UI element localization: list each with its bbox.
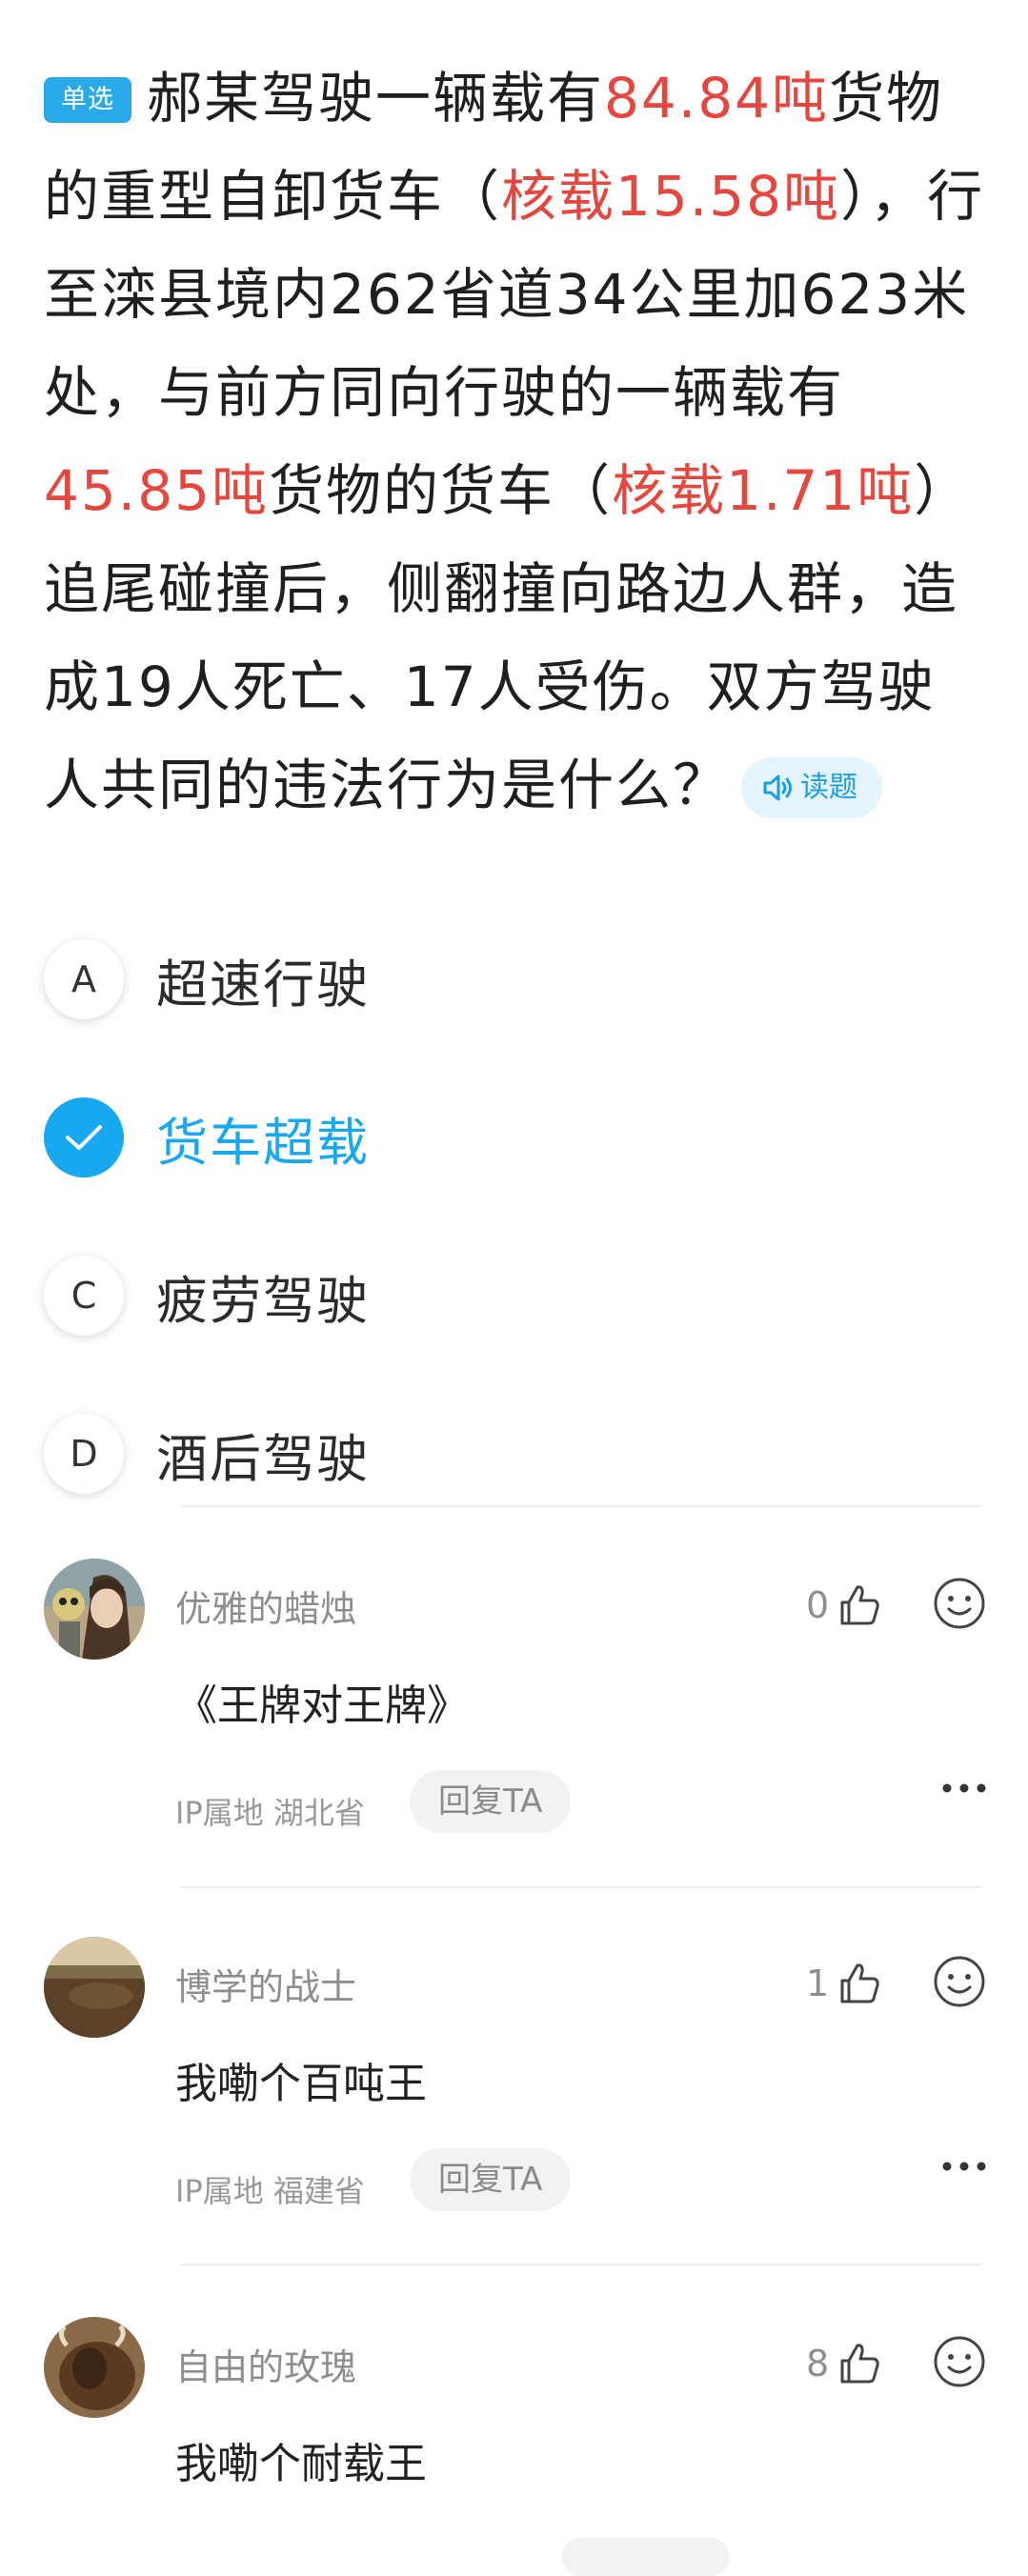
smiley-icon <box>934 1578 985 1629</box>
question-part: 货物的货车（ <box>269 458 613 523</box>
comment-item: 自由的玫瑰 8 我嘞个耐载王 <box>44 2317 987 2555</box>
comment-text: 我嘞个百吨王 <box>175 2060 427 2108</box>
commenter-name[interactable]: 博学的战士 <box>175 1958 356 2010</box>
read-question-button[interactable]: 读题 <box>741 757 883 818</box>
react-button[interactable] <box>932 1954 987 2013</box>
ip-location: IP属地 湖北省 <box>175 1795 365 1831</box>
thumbs-up-icon <box>840 1585 879 1625</box>
reply-button[interactable]: 回复TA <box>410 2148 572 2211</box>
more-dots-icon <box>942 1783 986 1793</box>
option-selected-marker <box>44 1097 124 1177</box>
option-letter: A <box>44 939 124 1019</box>
option-text: 酒后驾驶 <box>156 1428 370 1489</box>
like-count: 1 <box>806 1962 830 2004</box>
option-letter: C <box>44 1256 124 1336</box>
like-button[interactable]: 0 <box>806 1572 882 1639</box>
like-button[interactable]: 1 <box>806 1950 882 2017</box>
divider <box>181 2264 981 2265</box>
answer-options: A 超速行驶 货车超载 C 疲劳驾驶 D 酒后驾驶 <box>44 900 987 1533</box>
divider <box>181 1505 981 1507</box>
question-highlight: 84.84吨 <box>604 66 830 131</box>
more-dots-icon <box>942 2162 986 2171</box>
comment-item: 优雅的蜡烛 0 《王牌对王牌》 IP属地 湖北省 回复TA <box>44 1559 987 1873</box>
question-highlight: 45.85吨 <box>44 458 270 523</box>
single-choice-tag: 单选 <box>44 77 131 123</box>
question-highlight: 核载15.58吨 <box>501 164 841 229</box>
comment-item: 博学的战士 1 我嘞个百吨王 IP属地 福建省 回复TA <box>44 1937 987 2251</box>
question-text: 单选 郝某驾驶一辆载有84.84吨货物的重型自卸货车（核载15.58吨），行至滦县… <box>44 50 987 835</box>
question-part: 郝某驾驶一辆载有 <box>147 66 605 131</box>
option-d[interactable]: D 酒后驾驶 <box>44 1375 987 1533</box>
commenter-name[interactable]: 优雅的蜡烛 <box>175 1580 356 1632</box>
more-options-button[interactable] <box>941 2158 987 2176</box>
commenter-name[interactable]: 自由的玫瑰 <box>175 2338 356 2390</box>
comment-text: 《王牌对王牌》 <box>175 1681 469 1730</box>
divider <box>181 1886 981 1888</box>
question-highlight: 核载1.71吨 <box>612 458 915 523</box>
react-button[interactable] <box>932 2334 987 2393</box>
ip-location: IP属地 福建省 <box>175 2173 365 2209</box>
option-letter: D <box>44 1414 124 1494</box>
comment-text: 我嘞个耐载王 <box>175 2440 427 2488</box>
partial-reply-pill <box>562 2538 730 2576</box>
like-button[interactable]: 8 <box>806 2330 882 2397</box>
option-text: 疲劳驾驶 <box>156 1270 370 1331</box>
like-count: 8 <box>806 2343 830 2385</box>
option-a[interactable]: A 超速行驶 <box>44 900 987 1058</box>
option-b[interactable]: 货车超载 <box>44 1058 987 1217</box>
smiley-icon <box>934 2336 985 2387</box>
thumbs-up-icon <box>840 2344 879 2384</box>
option-text: 货车超载 <box>156 1112 370 1173</box>
option-text: 超速行驶 <box>156 954 370 1015</box>
check-icon <box>66 1125 102 1150</box>
avatar[interactable] <box>44 2317 145 2418</box>
reply-button[interactable]: 回复TA <box>410 1770 572 1833</box>
speaker-icon <box>763 775 793 801</box>
option-c[interactable]: C 疲劳驾驶 <box>44 1217 987 1375</box>
read-question-label: 读题 <box>800 771 858 804</box>
like-count: 0 <box>806 1584 830 1626</box>
thumbs-up-icon <box>840 1963 879 2003</box>
react-button[interactable] <box>932 1576 987 1635</box>
avatar[interactable] <box>44 1559 145 1660</box>
smiley-icon <box>934 1956 985 2007</box>
avatar[interactable] <box>44 1937 145 2038</box>
more-options-button[interactable] <box>941 1780 987 1798</box>
